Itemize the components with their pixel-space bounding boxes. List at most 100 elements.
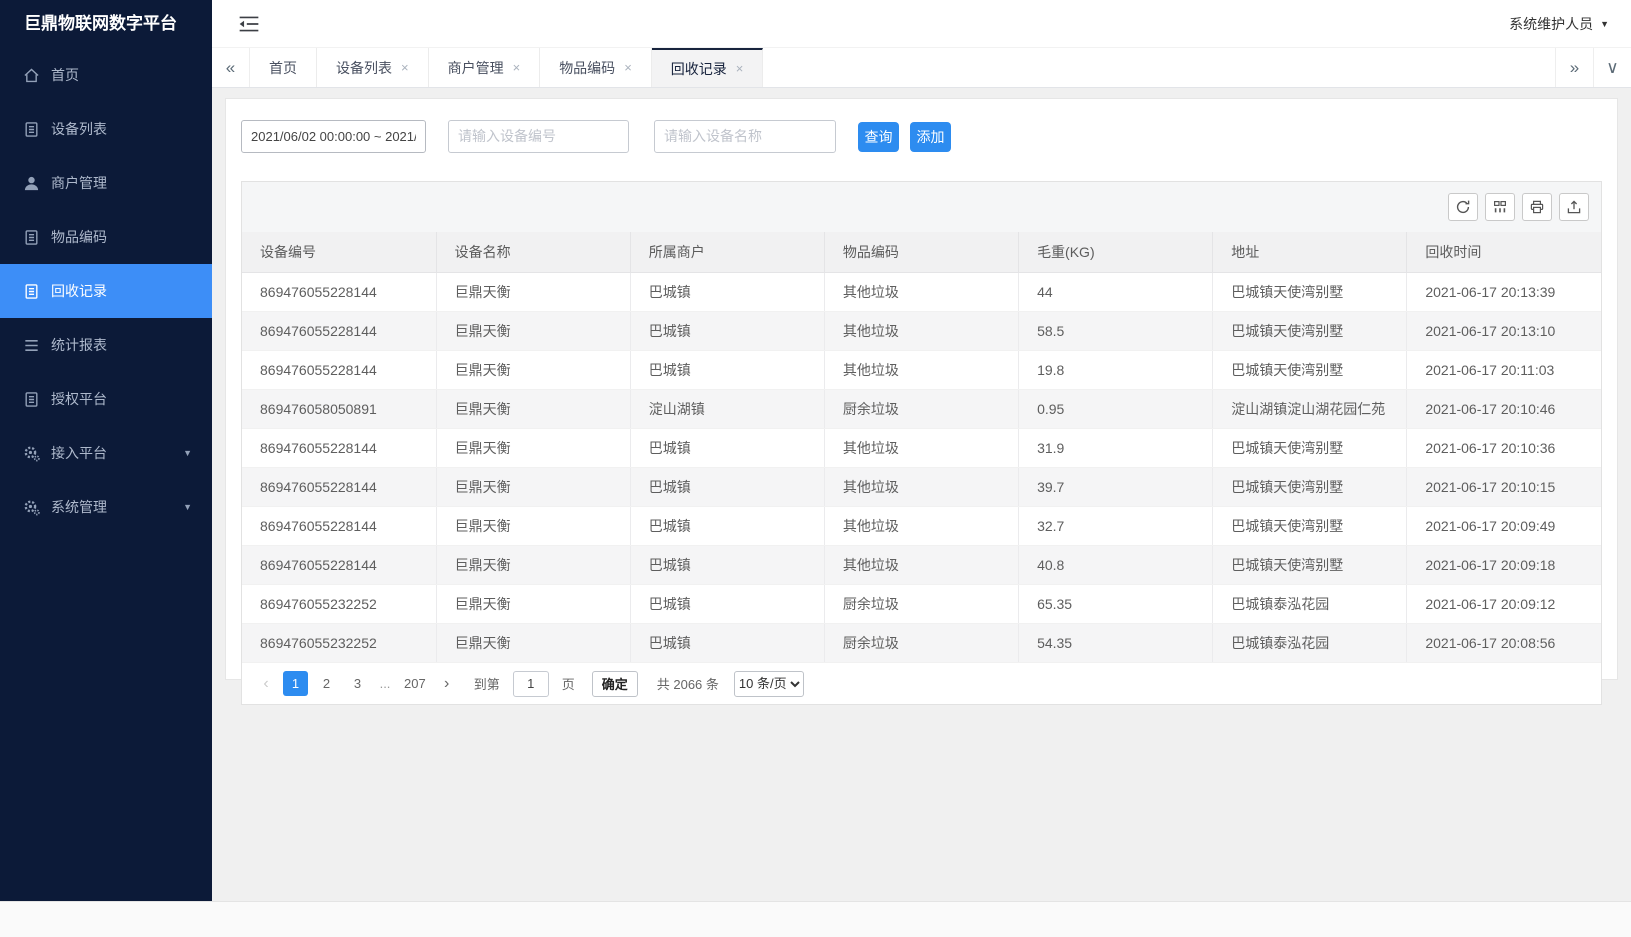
collapse-menu-icon[interactable] (238, 13, 260, 35)
sidebar-item-label: 商户管理 (51, 173, 107, 193)
table-cell: 2021-06-17 20:11:03 (1407, 351, 1601, 390)
close-icon[interactable]: × (736, 61, 744, 76)
tabs: 首页设备列表×商户管理×物品编码×回收记录× (250, 48, 763, 87)
page-number[interactable]: 3 (345, 671, 370, 696)
tab-bar: « 首页设备列表×商户管理×物品编码×回收记录× » ∨ (212, 48, 1631, 88)
table-row: 869476055232252巨鼎天衡巴城镇厨余垃圾54.35巴城镇泰泓花园20… (242, 624, 1601, 663)
content-area: 查询 添加 设备编号设备名称所属商户物品编码毛重(KG)地址回收时间 86947… (212, 88, 1631, 901)
date-range-input[interactable] (241, 120, 426, 153)
tab-scroll-right-icon[interactable]: » (1555, 48, 1593, 87)
table-cell: 巴城镇 (630, 312, 824, 351)
sidebar-item-access-platform[interactable]: 接入平台▼ (0, 426, 212, 480)
chevron-down-icon: ▼ (183, 448, 192, 458)
columns-button[interactable] (1485, 193, 1515, 221)
refresh-button[interactable] (1448, 193, 1478, 221)
table-cell: 巴城镇泰泓花园 (1213, 585, 1407, 624)
sidebar: 巨鼎物联网数字平台 首页设备列表商户管理物品编码回收记录统计报表授权平台接入平台… (0, 0, 212, 901)
page-number[interactable]: 2 (314, 671, 339, 696)
next-page-icon[interactable]: › (437, 675, 457, 693)
table-row: 869476058050891巨鼎天衡淀山湖镇厨余垃圾0.95淀山湖镇淀山湖花园… (242, 390, 1601, 429)
tab-recycle-records[interactable]: 回收记录× (652, 48, 764, 87)
table-cell: 巴城镇天使湾别墅 (1213, 429, 1407, 468)
table-cell: 2021-06-17 20:08:56 (1407, 624, 1601, 663)
tab-label: 设备列表 (336, 58, 392, 78)
sidebar-item-label: 系统管理 (51, 497, 107, 517)
table-row: 869476055228144巨鼎天衡巴城镇其他垃圾44巴城镇天使湾别墅2021… (242, 273, 1601, 312)
table-cell: 19.8 (1019, 351, 1213, 390)
tab-item-code[interactable]: 物品编码× (540, 48, 652, 87)
table-cell: 巴城镇 (630, 429, 824, 468)
table-cell: 巨鼎天衡 (436, 312, 630, 351)
tab-collapse-icon[interactable]: ∨ (1593, 48, 1631, 87)
table-cell: 2021-06-17 20:10:36 (1407, 429, 1601, 468)
prev-page-icon[interactable]: ‹ (256, 675, 276, 693)
user-dropdown[interactable]: 系统维护人员 ▼ (1509, 14, 1609, 34)
page-number[interactable]: 207 (400, 671, 430, 696)
caret-down-icon: ▼ (1600, 19, 1609, 29)
sidebar-item-label: 物品编码 (51, 227, 107, 247)
gear-icon (23, 499, 40, 516)
add-button[interactable]: 添加 (910, 122, 951, 152)
tab-home[interactable]: 首页 (250, 48, 317, 87)
close-icon[interactable]: × (624, 60, 632, 75)
column-header: 毛重(KG) (1019, 232, 1213, 273)
table-row: 869476055228144巨鼎天衡巴城镇其他垃圾40.8巴城镇天使湾别墅20… (242, 546, 1601, 585)
tab-device-list[interactable]: 设备列表 × (317, 48, 429, 87)
table-cell: 巴城镇 (630, 624, 824, 663)
tab-scroll-left-icon[interactable]: « (212, 48, 250, 87)
chevron-down-icon: ▼ (183, 502, 192, 512)
column-header: 物品编码 (824, 232, 1018, 273)
sidebar-item-merchant-mgmt[interactable]: 商户管理 (0, 156, 212, 210)
column-header: 所属商户 (630, 232, 824, 273)
print-button[interactable] (1522, 193, 1552, 221)
sidebar-item-device-list[interactable]: 设备列表 (0, 102, 212, 156)
page-size-select[interactable]: 10 条/页 (734, 671, 804, 697)
horizontal-scrollbar[interactable] (0, 901, 1631, 937)
table-cell: 巴城镇天使湾别墅 (1213, 468, 1407, 507)
table-header-row: 设备编号设备名称所属商户物品编码毛重(KG)地址回收时间 (242, 232, 1601, 273)
device-name-input[interactable] (654, 120, 836, 153)
table-cell: 869476055232252 (242, 624, 436, 663)
close-icon[interactable]: × (401, 60, 409, 75)
print-icon (1529, 199, 1545, 215)
table-row: 869476055228144巨鼎天衡巴城镇其他垃圾58.5巴城镇天使湾别墅20… (242, 312, 1601, 351)
sidebar-item-label: 统计报表 (51, 335, 107, 355)
table-cell: 巨鼎天衡 (436, 468, 630, 507)
query-button[interactable]: 查询 (858, 122, 899, 152)
device-no-input[interactable] (448, 120, 629, 153)
table-cell: 2021-06-17 20:09:12 (1407, 585, 1601, 624)
page-number[interactable]: 1 (283, 671, 308, 696)
table-card: 设备编号设备名称所属商户物品编码毛重(KG)地址回收时间 86947605522… (241, 181, 1602, 705)
sidebar-item-system-mgmt[interactable]: 系统管理 ▼ (0, 480, 212, 534)
confirm-button[interactable]: 确定 (592, 671, 638, 697)
tab-label: 首页 (269, 58, 297, 78)
column-header: 回收时间 (1407, 232, 1601, 273)
table-cell: 巴城镇 (630, 468, 824, 507)
tab-merchant-mgmt[interactable]: 商户管理 × (429, 48, 541, 87)
goto-suffix-label: 页 (562, 674, 575, 693)
table-cell: 其他垃圾 (824, 468, 1018, 507)
columns-icon (1492, 199, 1508, 215)
table-row: 869476055228144巨鼎天衡巴城镇其他垃圾39.7巴城镇天使湾别墅20… (242, 468, 1601, 507)
tab-label: 商户管理 (448, 58, 504, 78)
home-icon (23, 67, 40, 84)
table-cell: 其他垃圾 (824, 312, 1018, 351)
close-icon[interactable]: × (513, 60, 521, 75)
goto-page-input[interactable] (513, 671, 549, 697)
sidebar-item-label: 授权平台 (51, 389, 107, 409)
sidebar-item-item-code[interactable]: 物品编码 (0, 210, 212, 264)
sidebar-item-recycle-records[interactable]: 回收记录 (0, 264, 212, 318)
tab-spacer (763, 48, 1555, 87)
sidebar-item-stats-report[interactable]: 统计报表 (0, 318, 212, 372)
table-cell: 2021-06-17 20:09:18 (1407, 546, 1601, 585)
sidebar-menu: 首页设备列表商户管理物品编码回收记录统计报表授权平台接入平台▼ 系统管理 ▼ (0, 48, 212, 534)
table-cell: 2021-06-17 20:10:15 (1407, 468, 1601, 507)
table-cell: 淀山湖镇 (630, 390, 824, 429)
export-button[interactable] (1559, 193, 1589, 221)
refresh-icon (1455, 199, 1471, 215)
goto-prefix-label: 到第 (474, 674, 500, 693)
sidebar-item-auth-platform[interactable]: 授权平台 (0, 372, 212, 426)
doc-icon (23, 121, 40, 138)
sidebar-item-home[interactable]: 首页 (0, 48, 212, 102)
table-cell: 869476055228144 (242, 468, 436, 507)
